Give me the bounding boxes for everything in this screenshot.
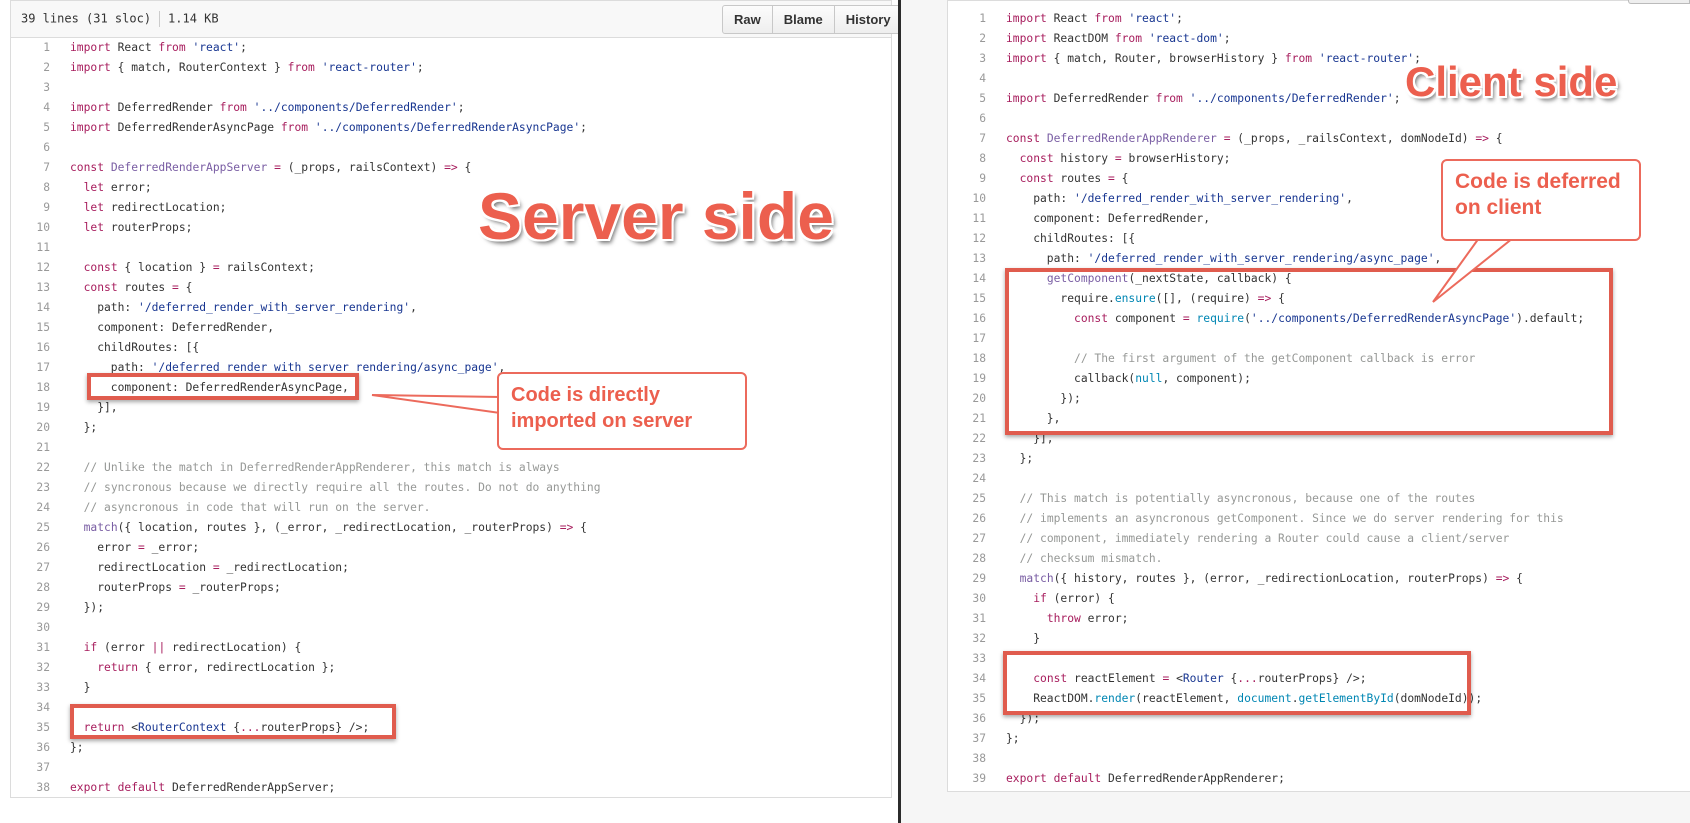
- server-callout-tail: [371, 394, 501, 415]
- client-callout: Code is deferred on client: [1441, 159, 1641, 241]
- server-callout-text: Code is directly imported on server: [511, 384, 693, 432]
- client-callout-text: Code is deferred on client: [1455, 170, 1621, 219]
- client-callout-tail: [1432, 237, 1516, 303]
- server-code-panel: 39 lines (31 sloc) 1.14 KB Raw Blame Hist…: [0, 0, 910, 823]
- server-callout: Code is directly imported on server: [497, 372, 747, 450]
- client-code-panel: 1 import React from 'react'; 2 import React…: [901, 0, 1690, 823]
